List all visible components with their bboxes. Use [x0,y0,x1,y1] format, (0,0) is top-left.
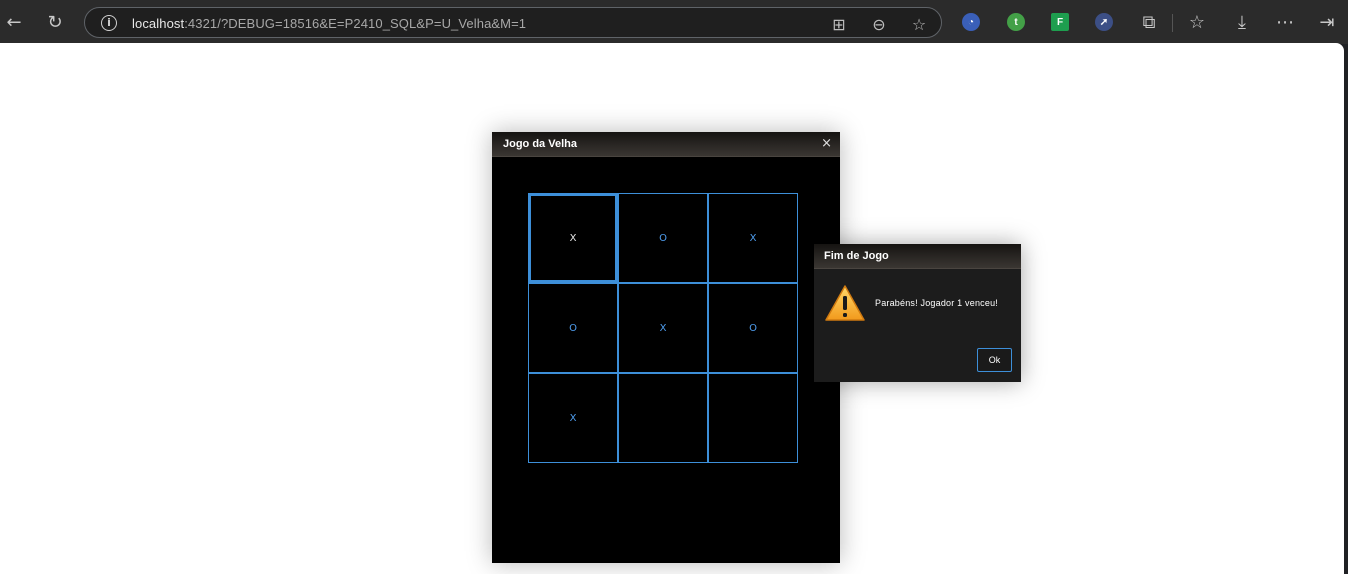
extensions-puzzle-icon[interactable]: ⧉ [1135,8,1163,36]
browser-toolbar: ← ↻ i localhost:4321/?DEBUG=18516&E=P241… [0,0,1348,44]
sidebar-toggle-icon[interactable]: ⇥ [1313,8,1341,36]
favorite-star-icon[interactable]: ☆ [909,14,929,34]
back-arrow-icon[interactable]: ← [0,8,28,36]
url-path: :4321/?DEBUG=18516&E=P2410_SQL&P=U_Velha… [184,16,527,31]
board-cell-4[interactable]: O [528,283,618,373]
board-cell-8[interactable] [618,373,708,463]
board-cell-2[interactable]: O [618,193,708,283]
url-text[interactable]: localhost:4321/?DEBUG=18516&E=P2410_SQL&… [132,16,526,31]
extension-green-icon[interactable]: t [1007,13,1025,31]
downloads-icon[interactable]: ⤓ [1228,8,1256,36]
extension-blue-icon[interactable]: ◔ [962,13,980,31]
toolbar-separator [1172,14,1173,32]
address-bar[interactable]: i localhost:4321/?DEBUG=18516&E=P2410_SQ… [84,7,942,38]
more-menu-icon[interactable]: ⋯ [1271,8,1299,36]
board-cell-9[interactable] [708,373,798,463]
site-info-icon[interactable]: i [101,15,117,31]
board-cell-5[interactable]: X [618,283,708,373]
dialog-message: Parabéns! Jogador 1 venceu! [875,298,998,308]
game-title: Jogo da Velha [503,138,577,150]
extension-f-icon[interactable]: F [1051,13,1069,31]
board-cell-1[interactable]: X [528,193,618,283]
game-board: X O X O X O X [528,193,798,463]
game-over-dialog: Fim de Jogo Parabéns! Jogador 1 venceu! … [814,244,1021,382]
warning-icon [825,285,865,321]
favorites-icon[interactable]: ☆ [1183,8,1211,36]
app-grid-icon[interactable]: ⊞ [829,14,849,34]
dialog-titlebar[interactable]: Fim de Jogo [814,244,1021,269]
dialog-title: Fim de Jogo [824,250,889,262]
extension-rocket-icon[interactable]: ➚ [1095,13,1113,31]
board-cell-6[interactable]: O [708,283,798,373]
game-titlebar[interactable]: Jogo da Velha × [492,132,840,157]
ok-button[interactable]: Ok [977,348,1012,372]
zoom-out-icon[interactable]: ⊖ [869,14,889,34]
game-window: Jogo da Velha × X O X O X O X [492,132,840,563]
close-icon[interactable]: × [821,136,832,151]
board-cell-7[interactable]: X [528,373,618,463]
url-host: localhost [132,16,185,31]
reload-icon[interactable]: ↻ [41,8,69,36]
board-cell-3[interactable]: X [708,193,798,283]
